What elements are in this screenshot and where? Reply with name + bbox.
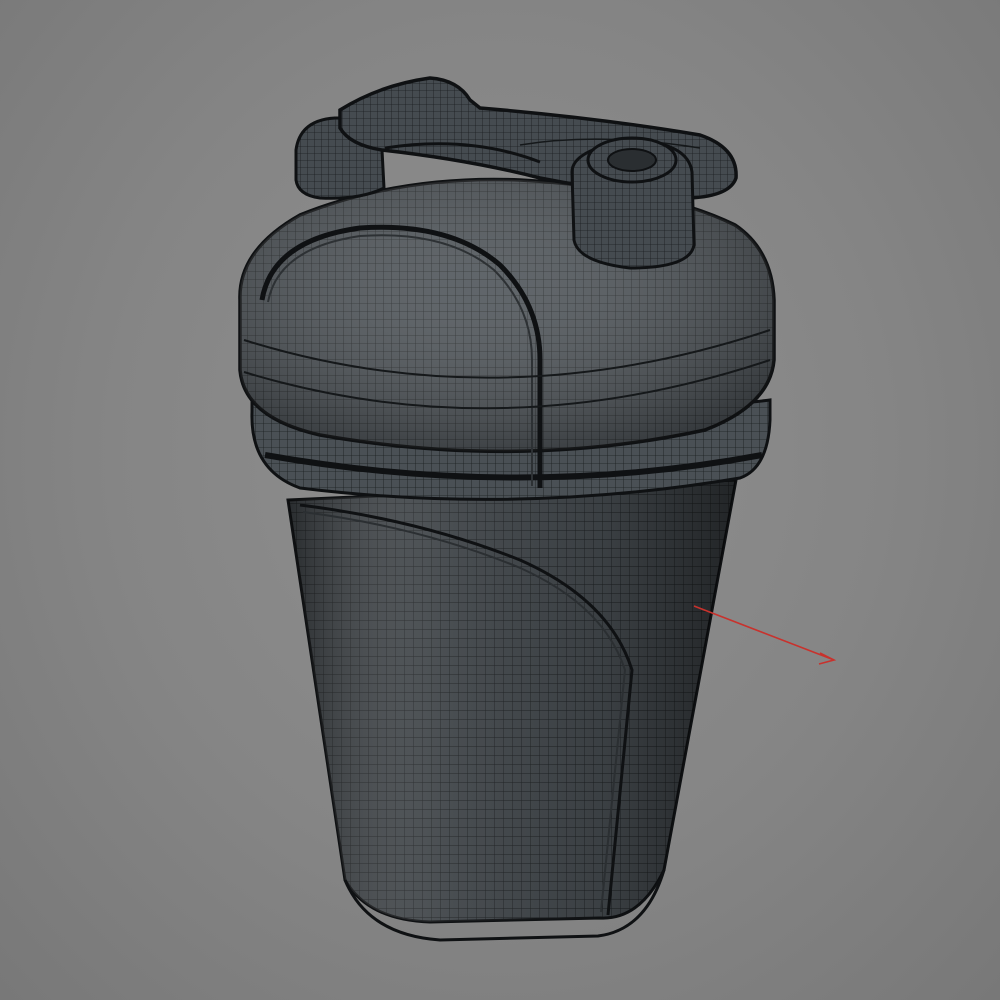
3d-viewport[interactable] [0,0,1000,1000]
scene-canvas [238,76,837,942]
x-axis-line [693,605,835,661]
spout[interactable] [570,136,696,270]
cup-body[interactable] [286,478,738,942]
x-axis-gizmo[interactable] [693,605,837,665]
